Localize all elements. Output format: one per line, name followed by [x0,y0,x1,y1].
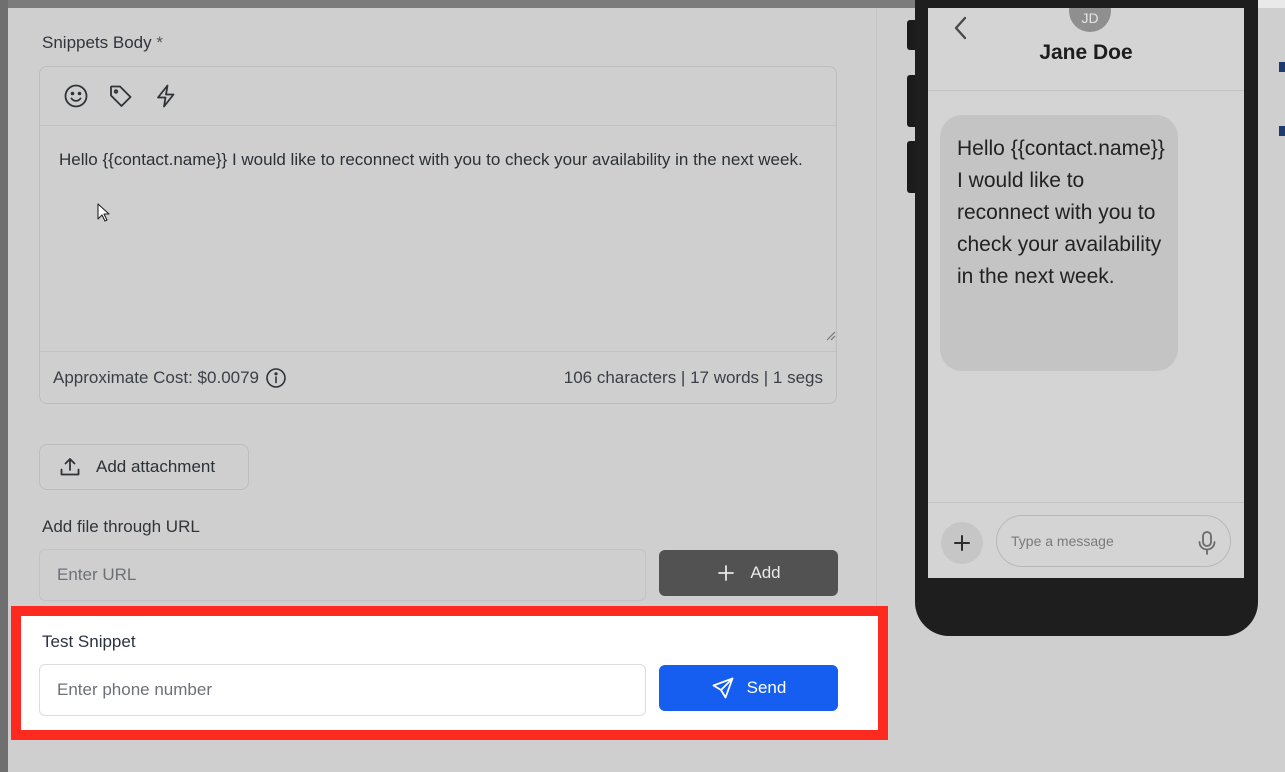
character-word-count: 106 characters | 17 words | 1 segs [563,367,823,387]
upload-icon [60,458,80,476]
approximate-cost-text: Approximate Cost: $0.0079 [53,367,260,387]
snippets-body-label: Snippets Body * [42,33,163,53]
message-composer: Type a message [928,502,1244,578]
snippet-body-text[interactable]: Hello {{contact.name}} I would like to r… [59,141,829,179]
url-input[interactable] [39,549,646,601]
test-snippet-label: Test Snippet [42,632,136,651]
left-edge [0,0,8,772]
add-attachment-label: Add attachment [96,457,216,476]
snippet-editor: Hello {{contact.name}} I would like to r… [39,66,837,404]
phone-number-input[interactable] [39,664,646,716]
right-accent-2 [1279,126,1285,136]
mouse-cursor-icon [97,203,110,222]
panel-divider [876,8,877,606]
info-icon[interactable] [265,367,287,389]
add-file-url-label: Add file through URL [42,517,200,536]
microphone-icon[interactable] [1196,530,1218,556]
add-button-label: Add [750,563,781,582]
send-button-label: Send [746,678,787,697]
tag-icon[interactable] [107,82,135,110]
chat-header: JD Jane Doe [928,8,1244,91]
lightning-icon[interactable] [152,82,180,110]
resize-handle-icon[interactable] [824,329,836,341]
right-accent-1 [1279,62,1285,72]
message-input-placeholder: Type a message [1011,533,1114,549]
send-icon [712,677,734,699]
required-mark: * [156,33,163,52]
plus-icon [718,565,735,581]
editor-footer: Approximate Cost: $0.0079 106 characters… [40,351,836,403]
editor-toolbar [40,67,836,126]
contact-name: Jane Doe [1039,41,1133,64]
approximate-cost: Approximate Cost: $0.0079 [53,367,287,389]
message-input[interactable]: Type a message [996,515,1231,567]
phone-screen: JD Jane Doe Hello {{contact.name}} I wou… [928,8,1244,578]
add-url-button[interactable]: Add [659,550,838,596]
composer-add-button[interactable] [941,522,983,564]
send-button[interactable]: Send [659,665,838,711]
emoji-icon[interactable] [62,82,90,110]
message-bubble: Hello {{contact.name}} I would like to r… [940,115,1178,371]
add-attachment-button[interactable]: Add attachment [39,444,249,490]
avatar: JD [1069,8,1111,32]
back-arrow-icon[interactable] [950,14,972,42]
snippets-body-label-text: Snippets Body [42,33,152,52]
plus-icon [954,535,970,551]
